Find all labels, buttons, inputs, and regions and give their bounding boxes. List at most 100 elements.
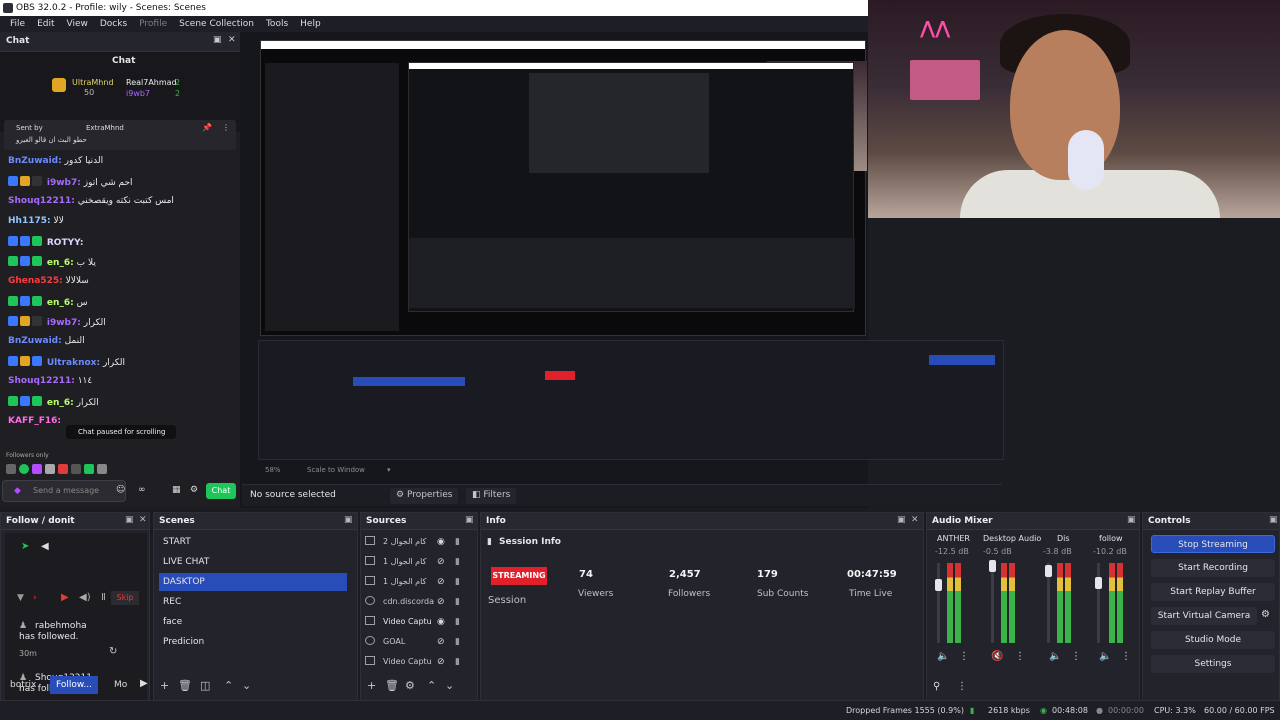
speaker-icon[interactable]: 🔈	[937, 651, 949, 662]
scene-item[interactable]: Predicion	[159, 633, 347, 651]
more-icon[interactable]: ⋮	[959, 651, 969, 662]
speaker-icon[interactable]: 🔈	[1099, 651, 1111, 662]
menu-file[interactable]: File	[10, 19, 25, 29]
chat-paused-notice[interactable]: Chat paused for scrolling	[66, 425, 176, 439]
chevron-up-icon[interactable]: ⌃	[427, 679, 436, 692]
eye-hidden-icon[interactable]: ⊘	[437, 573, 445, 591]
tab-more[interactable]: Mo	[108, 676, 133, 694]
float-icon[interactable]: ▣	[125, 515, 134, 525]
lock-icon[interactable]: ▮	[455, 633, 460, 651]
more-icon[interactable]: ⋮	[957, 681, 967, 692]
float-icon[interactable]: ▣	[213, 35, 222, 45]
chevron-down-icon[interactable]: ⌄	[445, 679, 454, 692]
emote-picker-icon[interactable]: ☺	[116, 485, 125, 495]
menu-help[interactable]: Help	[300, 19, 321, 29]
add-scene-icon[interactable]: +	[160, 679, 169, 692]
chevron-up-icon[interactable]: ⌃	[224, 679, 233, 692]
tab-follow[interactable]: Follow...	[50, 676, 98, 694]
source-item[interactable]: 1 كام الجوال ⊘ ▮	[365, 573, 465, 591]
speaker-muted-icon[interactable]: 🔇	[991, 651, 1003, 662]
source-item[interactable]: 1 كام الجوال ⊘ ▮	[365, 553, 465, 571]
float-icon[interactable]: ▣	[1127, 515, 1136, 525]
volume-slider[interactable]	[991, 563, 994, 643]
more-icon[interactable]: ⋮	[1015, 651, 1025, 662]
float-icon[interactable]: ▣	[465, 515, 474, 525]
source-item[interactable]: 2 كام الجوال ◉ ▮	[365, 533, 465, 551]
menu-profile[interactable]: Profile	[139, 19, 167, 29]
float-icon[interactable]: ▣	[344, 515, 353, 525]
filter-icon[interactable]: ◫	[200, 679, 210, 692]
eye-hidden-icon[interactable]: ⊘	[437, 633, 445, 651]
bits-icon[interactable]: ◆	[14, 486, 21, 496]
source-item[interactable]: GOAL ⊘ ▮	[365, 633, 465, 651]
skip-button[interactable]: Skip	[111, 591, 139, 605]
chevron-down-icon[interactable]: ⌄	[242, 679, 251, 692]
settings-icon[interactable]: ⚙	[190, 485, 198, 495]
lock-icon[interactable]: ▮	[455, 573, 460, 591]
eye-hidden-icon[interactable]: ⊘	[437, 653, 445, 671]
start-recording-button[interactable]: Start Recording	[1151, 559, 1275, 577]
play-icon[interactable]: ▶	[61, 592, 69, 603]
chat-send-button[interactable]: Chat	[206, 483, 236, 499]
close-icon[interactable]: ✕	[228, 35, 236, 45]
scene-item[interactable]: face	[159, 613, 347, 631]
source-item[interactable]: Video Captu ⊘ ▮	[365, 653, 465, 671]
eye-hidden-icon[interactable]: ⊘	[437, 593, 445, 611]
stop-streaming-button[interactable]: Stop Streaming	[1151, 535, 1275, 553]
menu-edit[interactable]: Edit	[37, 19, 54, 29]
scene-item[interactable]: REC	[159, 593, 347, 611]
megaphone-icon[interactable]: ◀	[41, 541, 49, 552]
gear-icon[interactable]: ⚙	[405, 679, 415, 692]
lock-icon[interactable]: ▮	[455, 553, 460, 571]
replay-icon[interactable]: ↻	[109, 646, 117, 657]
send-icon[interactable]: ➤	[21, 541, 29, 552]
points-icon[interactable]: ∞	[138, 485, 146, 495]
more-icon[interactable]: ⋮	[222, 123, 230, 132]
link-icon[interactable]: ⚲	[933, 681, 940, 692]
emote-bar[interactable]	[6, 464, 154, 476]
volume-knob[interactable]	[1095, 577, 1102, 589]
volume-slider[interactable]	[1097, 563, 1100, 643]
trash-icon[interactable]: 🗑	[178, 679, 192, 692]
volume-knob[interactable]	[935, 579, 942, 592]
start-virtual-camera-button[interactable]: Start Virtual Camera	[1151, 607, 1257, 625]
chevron-right-icon[interactable]: ›	[33, 593, 37, 603]
scene-item[interactable]: START	[159, 533, 347, 551]
menu-scene-collection[interactable]: Scene Collection	[179, 19, 254, 29]
pinned-message[interactable]: Sent by ExtraMhnd حطو البث ان قالو الغير…	[4, 120, 236, 150]
lock-icon[interactable]: ▮	[455, 613, 460, 631]
lock-icon[interactable]: ▮	[455, 593, 460, 611]
scene-item-selected[interactable]: DASKTOP	[159, 573, 347, 591]
menu-docks[interactable]: Docks	[100, 19, 127, 29]
source-item[interactable]: cdn.discorda ⊘ ▮	[365, 593, 465, 611]
eye-icon[interactable]: ◉	[437, 613, 445, 631]
float-icon[interactable]: ▣	[897, 515, 906, 525]
filter-icon[interactable]: ▼	[17, 593, 24, 603]
volume-icon[interactable]: ◀)	[79, 592, 91, 603]
lock-icon[interactable]: ▮	[455, 653, 460, 671]
close-icon[interactable]: ✕	[139, 515, 147, 525]
volume-slider[interactable]	[937, 563, 940, 643]
more-icon[interactable]: ⋮	[1071, 651, 1081, 662]
scale-label[interactable]: Scale to Window	[307, 466, 365, 474]
tab-botrix[interactable]: botrix	[4, 676, 42, 694]
menu-tools[interactable]: Tools	[266, 19, 288, 29]
grid-icon[interactable]: ▦	[172, 485, 181, 495]
eye-hidden-icon[interactable]: ⊘	[437, 553, 445, 571]
volume-knob[interactable]	[989, 560, 996, 573]
pause-icon[interactable]: Ⅱ	[101, 592, 106, 603]
scene-item[interactable]: LIVE CHAT	[159, 553, 347, 571]
settings-button[interactable]: Settings	[1151, 655, 1275, 673]
more-icon[interactable]: ⋮	[1121, 651, 1131, 662]
add-source-icon[interactable]: +	[367, 679, 376, 692]
filters-button[interactable]: ◧ Filters	[466, 488, 517, 504]
gear-icon[interactable]: ⚙	[1261, 609, 1270, 620]
volume-knob[interactable]	[1045, 565, 1052, 577]
pin-icon[interactable]: 📌	[202, 123, 212, 132]
lock-icon[interactable]: ▮	[455, 533, 460, 551]
close-icon[interactable]: ✕	[911, 515, 919, 525]
speaker-icon[interactable]: 🔈	[1049, 651, 1061, 662]
eye-icon[interactable]: ◉	[437, 533, 445, 551]
trash-icon[interactable]: 🗑	[385, 679, 399, 692]
source-item[interactable]: Video Captu ◉ ▮	[365, 613, 465, 631]
